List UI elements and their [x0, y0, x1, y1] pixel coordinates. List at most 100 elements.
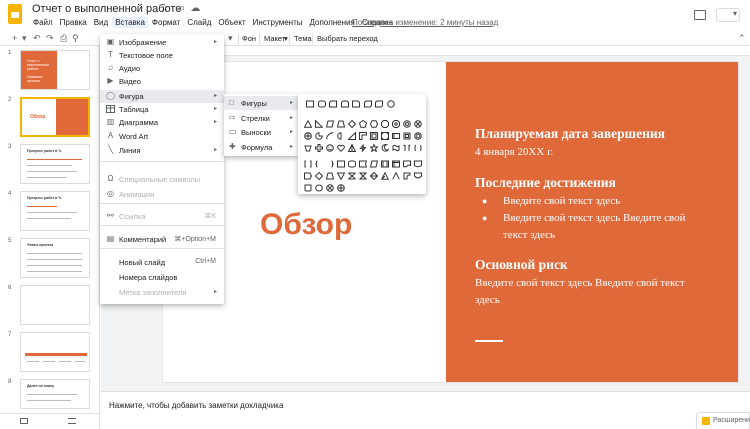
menu-item[interactable]: Слайд [184, 17, 214, 28]
shape-option-icon[interactable] [403, 160, 411, 168]
shape-option-icon[interactable] [337, 144, 345, 152]
shape-option-icon[interactable] [370, 172, 378, 180]
risk-text-b[interactable]: здесь [475, 292, 715, 309]
slides-logo-icon[interactable] [8, 4, 22, 24]
shape-option-icon[interactable] [304, 120, 312, 128]
insert-menu-item[interactable]: ▥ Диаграмма ▸ [100, 116, 224, 129]
insert-menu-item[interactable]: Номера слайдов [100, 271, 224, 284]
completion-date[interactable]: 4 января 20XX г. [475, 144, 715, 161]
achievement-bullet-2b[interactable]: текст здесь [503, 227, 713, 244]
shape-option-icon[interactable] [352, 100, 360, 108]
transition-button[interactable]: Выбрать переход [317, 34, 378, 43]
shape-option-icon[interactable] [359, 120, 367, 128]
shape-option-icon[interactable] [386, 100, 395, 108]
shape-option-icon[interactable] [315, 184, 323, 192]
shape-option-icon[interactable] [326, 144, 334, 152]
redo-icon[interactable]: ↷ [46, 33, 54, 44]
shape-option-icon[interactable] [348, 120, 356, 128]
move-folder-icon[interactable]: ▭ [175, 3, 184, 14]
shape-option-icon[interactable] [403, 120, 411, 128]
shape-option-icon[interactable] [392, 172, 400, 180]
insert-menu-item[interactable]: ╲ Линия ▸ [100, 144, 224, 157]
shape-option-icon[interactable] [315, 132, 323, 140]
speaker-notes[interactable]: Нажмите, чтобы добавить заметки докладчи… [101, 391, 750, 429]
shape-option-icon[interactable] [326, 184, 334, 192]
shape-option-icon[interactable] [326, 120, 334, 128]
risk-title[interactable]: Основной риск [475, 257, 568, 273]
achievement-bullet-2a[interactable]: Введите свой текст здесь Введите свой [503, 210, 743, 227]
slide-heading[interactable]: Обзор [260, 208, 352, 242]
shape-option-icon[interactable] [337, 120, 345, 128]
shape-option-icon[interactable] [348, 160, 356, 168]
shape-submenu-item[interactable]: ⇨ Стрелки ▸ [224, 111, 298, 125]
filmstrip-view-icon[interactable] [68, 418, 76, 424]
achievements-title[interactable]: Последние достижения [475, 175, 616, 191]
insert-menu-item[interactable]: ▣ Изображение ▸ [100, 36, 224, 49]
completion-title[interactable]: Планируемая дата завершения [475, 126, 665, 142]
achievement-bullet-1[interactable]: Введите свой текст здесь [503, 193, 713, 210]
shape-option-icon[interactable] [326, 132, 334, 140]
background-button[interactable]: Фон [242, 34, 256, 43]
shape-option-icon[interactable] [381, 160, 389, 168]
shape-option-icon[interactable] [304, 144, 312, 152]
insert-menu-item[interactable]: ▶ Видео [100, 75, 224, 88]
print-icon[interactable]: ⎙ [60, 33, 67, 44]
paint-format-icon[interactable]: ⚲ [72, 33, 79, 44]
undo-icon[interactable]: ↶ [33, 33, 41, 44]
insert-menu-item[interactable]: ▤ Комментарий ⌘+Option+M [100, 233, 224, 246]
shape-option-icon[interactable] [403, 132, 411, 140]
notes-placeholder[interactable]: Нажмите, чтобы добавить заметки докладчи… [109, 401, 283, 410]
shape-option-icon[interactable] [375, 100, 383, 108]
shape-option-icon[interactable] [348, 172, 356, 180]
shape-option-icon[interactable] [414, 132, 422, 140]
menu-item[interactable]: Объект [215, 17, 248, 28]
menu-item[interactable]: Правка [57, 17, 90, 28]
shape-option-icon[interactable] [315, 120, 323, 128]
shape-option-icon[interactable] [414, 160, 422, 168]
menu-item[interactable]: Файл [30, 17, 56, 28]
shape-option-icon[interactable] [370, 120, 378, 128]
shape-option-icon[interactable] [392, 132, 400, 140]
shape-option-icon[interactable] [403, 144, 411, 152]
collapse-toolbar-icon[interactable]: ⌃ [738, 33, 746, 44]
shape-option-icon[interactable] [381, 172, 389, 180]
insert-menu-item[interactable]: A Word Art [100, 130, 224, 143]
shape-option-icon[interactable] [340, 100, 349, 108]
shape-option-icon[interactable] [403, 172, 411, 180]
shape-option-icon[interactable] [370, 132, 378, 140]
layout-button[interactable]: Макет [264, 34, 285, 43]
risk-text-a[interactable]: Введите свой текст здесь Введите свой те… [475, 275, 735, 292]
dropdown-icon[interactable]: ▾ [22, 33, 27, 44]
shape-option-icon[interactable] [381, 132, 389, 140]
shape-option-icon[interactable] [381, 144, 389, 152]
theme-button[interactable]: Тема [294, 34, 312, 43]
shape-option-icon[interactable] [348, 144, 356, 152]
shape-option-icon[interactable] [414, 172, 422, 180]
present-button[interactable] [716, 8, 740, 22]
shape-option-icon[interactable] [359, 172, 367, 180]
new-slide-icon[interactable]: + [12, 33, 17, 43]
shape-option-icon[interactable] [306, 100, 314, 108]
shape-option-icon[interactable] [317, 100, 326, 108]
shape-submenu-item[interactable]: ▭ Выноски ▸ [224, 125, 298, 139]
shape-option-icon[interactable] [315, 160, 323, 168]
shape-option-icon[interactable] [359, 144, 367, 152]
shape-option-icon[interactable] [392, 160, 400, 168]
shape-option-icon[interactable] [304, 172, 312, 180]
shape-submenu-item[interactable]: □ Фигуры ▸ [224, 96, 298, 110]
insert-menu-item[interactable]: ◯ Фигура ▸ [100, 90, 224, 103]
layout-dropdown-icon[interactable]: ▾ [284, 34, 288, 43]
shape-option-icon[interactable] [326, 160, 334, 168]
shape-option-icon[interactable] [414, 144, 422, 152]
shape-option-icon[interactable] [359, 160, 367, 168]
shape-option-icon[interactable] [337, 172, 345, 180]
shape-option-icon[interactable] [337, 132, 345, 140]
shape-option-icon[interactable] [414, 120, 422, 128]
shape-option-icon[interactable] [392, 144, 400, 152]
shape-option-icon[interactable] [363, 100, 372, 108]
insert-menu-item[interactable]: Новый слайд Ctrl+M [100, 256, 224, 269]
shape-option-icon[interactable] [329, 100, 337, 108]
menu-item[interactable]: Формат [149, 17, 183, 28]
extensions-button[interactable]: Расширени [696, 412, 750, 429]
shape-option-icon[interactable] [315, 172, 323, 180]
